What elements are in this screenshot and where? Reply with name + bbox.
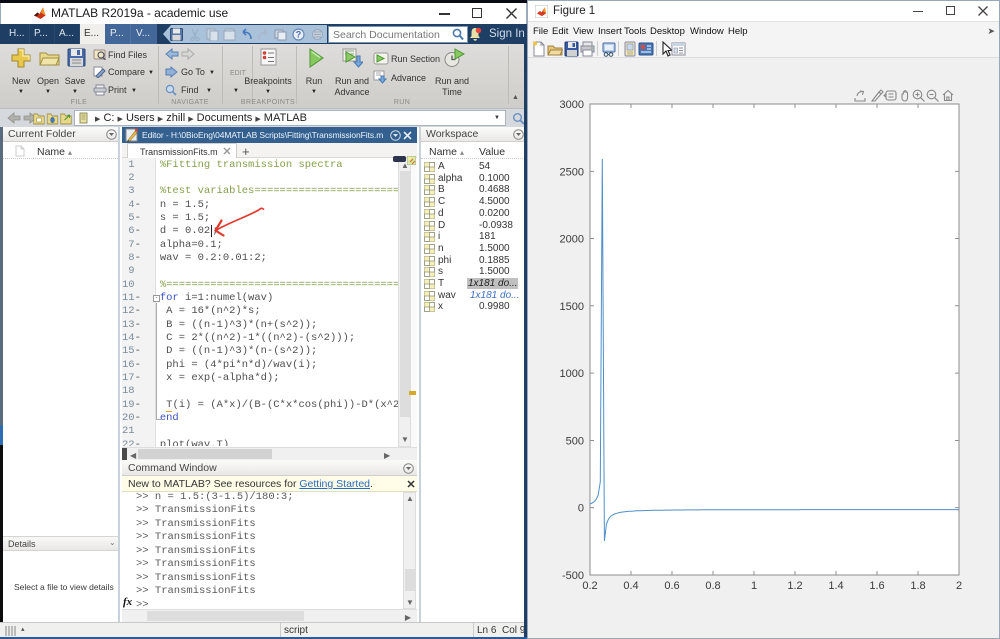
svg-text:1.6: 1.6 <box>869 580 884 592</box>
svg-text:0.2: 0.2 <box>582 580 597 592</box>
svg-text:1.2: 1.2 <box>787 580 802 592</box>
svg-text:1.8: 1.8 <box>910 580 925 592</box>
svg-text:1.4: 1.4 <box>828 580 843 592</box>
svg-text:2: 2 <box>956 580 962 592</box>
svg-text:1500: 1500 <box>560 301 584 313</box>
svg-text:0.8: 0.8 <box>705 580 720 592</box>
svg-text:0.6: 0.6 <box>664 580 679 592</box>
svg-text:0: 0 <box>578 503 584 515</box>
svg-text:3000: 3000 <box>560 99 584 111</box>
svg-text:1000: 1000 <box>560 368 584 380</box>
svg-text:?: ? <box>296 30 302 40</box>
svg-text:500: 500 <box>566 435 584 447</box>
svg-text:1: 1 <box>751 580 757 592</box>
svg-text:-500: -500 <box>562 570 584 582</box>
svg-text:0.4: 0.4 <box>623 580 638 592</box>
svg-text:2000: 2000 <box>560 234 584 246</box>
svg-text:2500: 2500 <box>560 166 584 178</box>
